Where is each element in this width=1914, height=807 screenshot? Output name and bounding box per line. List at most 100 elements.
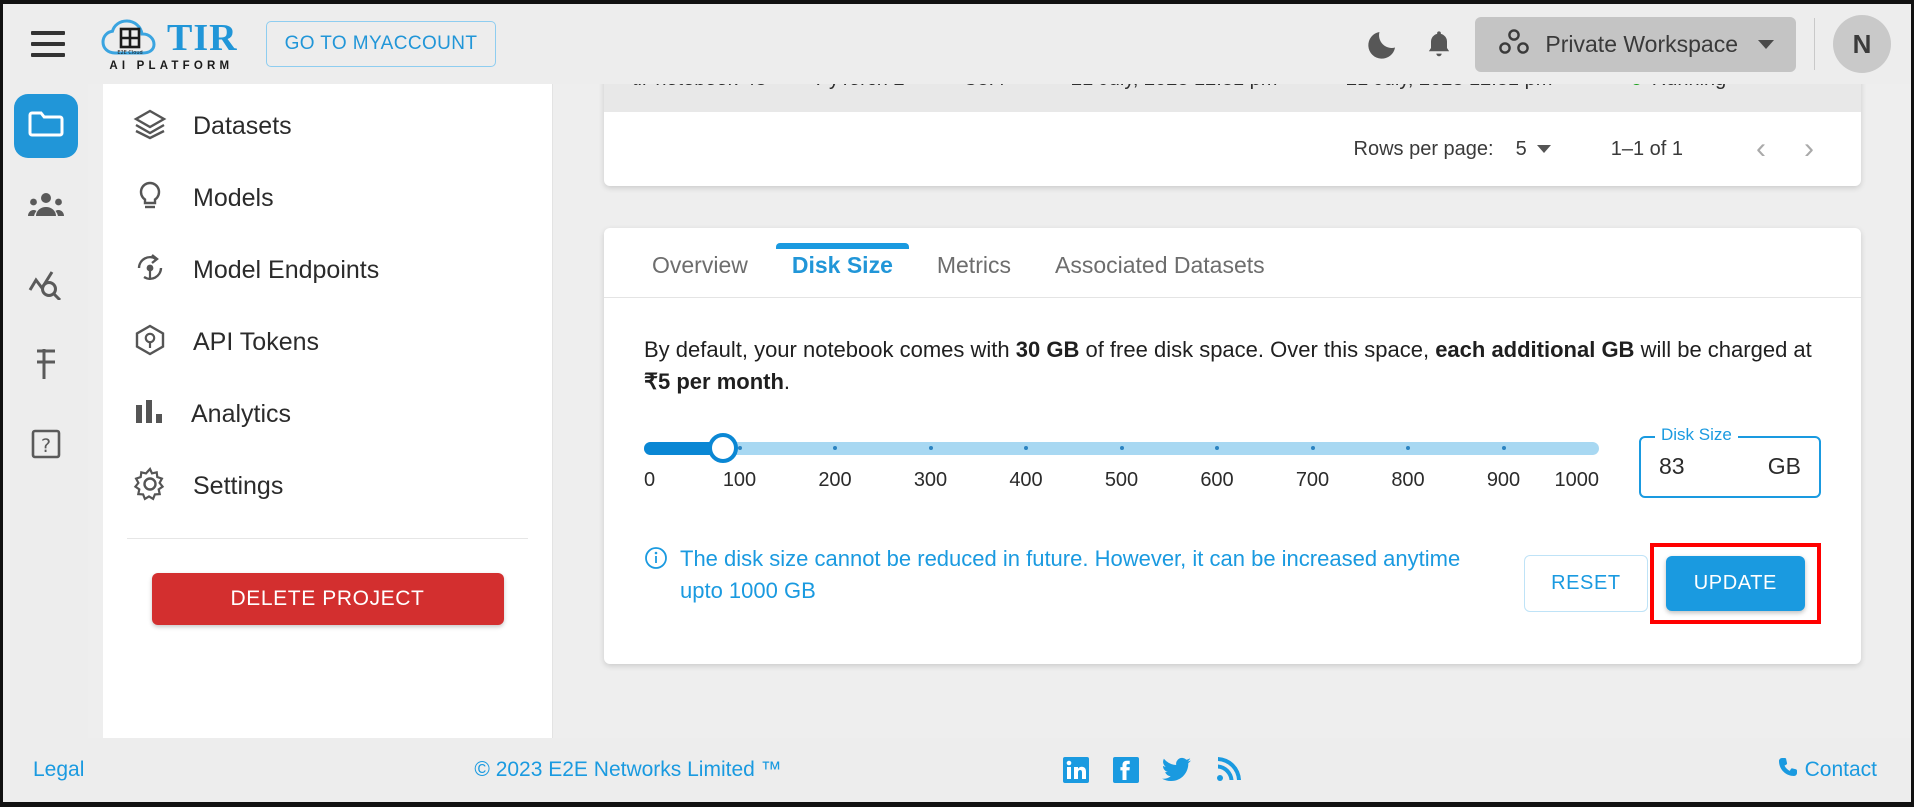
slider-tick xyxy=(1024,446,1028,451)
sidebar-item-settings[interactable]: Settings xyxy=(103,450,552,522)
rail-item-team[interactable] xyxy=(14,174,78,238)
moon-icon[interactable] xyxy=(1355,16,1411,72)
disk-size-controls: 0 100 200 300 400 500 600 700 800 900 1000 Disk Si… xyxy=(644,424,1821,501)
brand-logo[interactable]: E2E Cloud TIR AI PLATFORM xyxy=(99,17,238,72)
sidebar-item-analytics[interactable]: Analytics xyxy=(103,378,552,450)
slider-thumb[interactable] xyxy=(708,433,739,464)
slider-tick xyxy=(833,446,837,451)
slider-track[interactable] xyxy=(644,433,1599,464)
slider-tick xyxy=(1406,446,1410,451)
desc-part-4: . xyxy=(783,368,791,394)
bell-icon[interactable] xyxy=(1411,16,1467,72)
disk-size-input-label: Disk Size xyxy=(1655,424,1738,445)
slider-tick-label: 500 xyxy=(1104,468,1139,491)
sidebar-item-models[interactable]: Models xyxy=(103,162,552,234)
disk-size-input[interactable]: Disk Size 83 GB xyxy=(1639,424,1821,498)
info-circle-icon xyxy=(644,543,668,607)
slider-tick-label: 700 xyxy=(1295,468,1330,491)
app-window: E2E Cloud TIR AI PLATFORM GO TO MYACCOUN… xyxy=(0,0,1914,807)
rupee-icon xyxy=(31,347,61,386)
sidebar-item-model-endpoints[interactable]: Model Endpoints xyxy=(103,234,552,306)
slider-tick-label: 600 xyxy=(1200,468,1234,491)
workspace-dots-icon xyxy=(1497,28,1531,61)
notebook-detail-card: Overview Disk Size Metrics Associated Da… xyxy=(604,228,1861,664)
cloud-icon: E2E Cloud xyxy=(99,17,161,59)
help-icon: ? xyxy=(30,428,62,465)
project-nav-panel: Datasets Models Model Endpoints API Toke… xyxy=(103,84,553,738)
go-to-myaccount-button[interactable]: GO TO MYACCOUNT xyxy=(265,21,497,67)
desc-bold-3: ₹5 per month xyxy=(644,368,784,394)
chevron-right-icon[interactable]: › xyxy=(1785,132,1833,166)
cell-image: PyTorch 2 xyxy=(816,84,963,91)
tab-metrics[interactable]: Metrics xyxy=(915,252,1033,297)
cube-icon xyxy=(133,323,167,362)
cell-created: 21 July, 2023 12:31 pm xyxy=(1071,84,1346,91)
folder-icon xyxy=(28,109,64,144)
sidebar-item-datasets[interactable]: Datasets xyxy=(103,90,552,162)
disk-size-actions: RESET UPDATE xyxy=(1524,542,1821,624)
slider-tick-label: 800 xyxy=(1391,468,1425,491)
footer-copyright: © 2023 E2E Networks Limited ™ xyxy=(474,758,782,781)
main-content: tir-notebook-43 PyTorch 2 C3.4 21 July, … xyxy=(554,84,1911,738)
disk-size-slider[interactable]: 0 100 200 300 400 500 600 700 800 900 1000 xyxy=(644,432,1599,501)
desc-part-2: of free disk space. Over this space, xyxy=(1079,337,1436,362)
desc-bold-1: 30 GB xyxy=(1015,337,1080,362)
desc-part-1: By default, your notebook comes with xyxy=(644,337,1016,362)
sidebar-item-label: Datasets xyxy=(193,111,292,140)
layers-icon xyxy=(133,107,167,146)
twitter-icon[interactable] xyxy=(1161,756,1192,784)
svg-text:E2E Cloud: E2E Cloud xyxy=(117,50,142,56)
footer-socials xyxy=(1062,756,1242,784)
slider-tick-label: 0 xyxy=(644,468,656,491)
cell-updated: 21 July, 2023 12:31 pm xyxy=(1346,84,1631,91)
sidebar-item-api-tokens[interactable]: API Tokens xyxy=(103,306,552,378)
people-icon xyxy=(27,190,64,223)
tab-associated-datasets[interactable]: Associated Datasets xyxy=(1033,252,1287,297)
detail-tabs: Overview Disk Size Metrics Associated Da… xyxy=(604,228,1861,298)
workspace-label: Private Workspace xyxy=(1545,30,1738,57)
tab-disk-size[interactable]: Disk Size xyxy=(770,243,915,297)
table-row[interactable]: tir-notebook-43 PyTorch 2 C3.4 21 July, … xyxy=(604,84,1861,112)
phone-icon xyxy=(1777,756,1799,784)
linkedin-icon[interactable] xyxy=(1062,756,1090,784)
slider-tick xyxy=(1501,446,1506,451)
slider-tick-labels: 0 100 200 300 400 500 600 700 800 900 1000 xyxy=(644,469,1599,501)
desc-part-3: will be charged at xyxy=(1634,337,1812,362)
rail-item-help[interactable]: ? xyxy=(14,414,78,478)
rail-item-projects[interactable] xyxy=(13,94,78,158)
gear-icon xyxy=(133,466,167,506)
svg-text:?: ? xyxy=(40,435,50,457)
rss-icon[interactable] xyxy=(1214,756,1242,784)
footer-legal-link[interactable]: Legal xyxy=(33,758,84,782)
sidebar-item-label: Model Endpoints xyxy=(193,255,380,284)
tab-overview[interactable]: Overview xyxy=(630,252,770,297)
slider-tick-label: 300 xyxy=(913,468,948,491)
status-label: Running xyxy=(1652,84,1727,91)
delete-project-button[interactable]: DELETE PROJECT xyxy=(151,573,504,625)
slider-tick xyxy=(928,446,933,451)
hamburger-icon[interactable] xyxy=(31,31,65,57)
rail-item-monitoring[interactable] xyxy=(14,254,78,318)
icon-rail: ? xyxy=(3,84,88,738)
workspace-selector[interactable]: Private Workspace xyxy=(1475,16,1796,72)
bar-chart-icon xyxy=(133,397,165,432)
rail-item-billing[interactable] xyxy=(14,334,78,398)
avatar[interactable]: N xyxy=(1833,15,1891,73)
divider xyxy=(127,538,528,539)
footer-contact-link[interactable]: Contact xyxy=(1777,756,1877,784)
reset-button[interactable]: RESET xyxy=(1524,554,1648,612)
endpoint-icon xyxy=(133,251,167,290)
info-text: The disk size cannot be reduced in futur… xyxy=(680,545,1461,603)
cell-plan: C3.4 xyxy=(963,84,1071,91)
disk-size-unit: GB xyxy=(1767,453,1801,480)
footer: Legal © 2023 E2E Networks Limited ™ Cont… xyxy=(3,738,1911,802)
slider-tick-label: 900 xyxy=(1486,468,1521,491)
status-dot-icon xyxy=(1630,84,1642,85)
disk-size-info: The disk size cannot be reduced in futur… xyxy=(644,543,1504,607)
update-button[interactable]: UPDATE xyxy=(1665,555,1805,611)
rows-per-page-select[interactable]: 5 xyxy=(1516,138,1551,161)
facebook-icon[interactable] xyxy=(1112,756,1140,784)
more-options-icon[interactable]: ••• xyxy=(1798,84,1861,95)
chevron-left-icon[interactable]: ‹ xyxy=(1737,132,1785,166)
rows-per-page-label: Rows per page: xyxy=(1353,137,1494,160)
